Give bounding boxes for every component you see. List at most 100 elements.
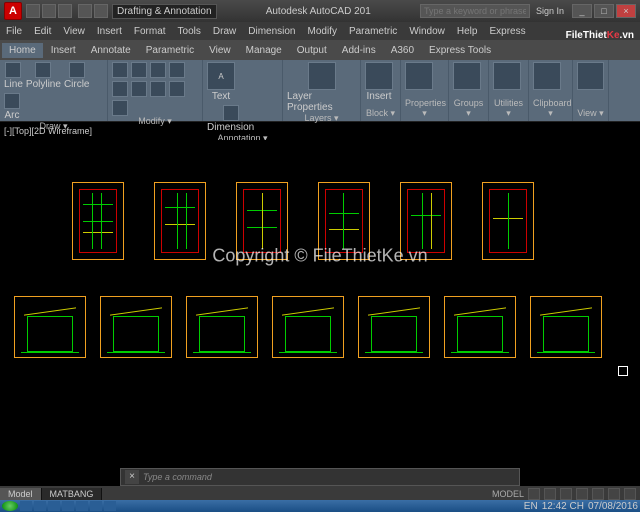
clipboard-button[interactable] bbox=[533, 62, 561, 90]
tab-matbang[interactable]: MATBANG bbox=[42, 488, 103, 500]
viewport-label[interactable]: [-][Top][2D Wireframe] bbox=[4, 126, 92, 136]
move-icon[interactable] bbox=[112, 62, 128, 78]
tab-express[interactable]: Express Tools bbox=[422, 43, 498, 58]
layer-properties-button[interactable]: Layer Properties bbox=[287, 62, 356, 113]
watermark-logo: FileThietKe.vn bbox=[566, 25, 634, 41]
taskbar-pin-5[interactable] bbox=[76, 501, 88, 511]
taskbar-pin-6[interactable] bbox=[90, 501, 102, 511]
menu-dimension[interactable]: Dimension bbox=[248, 26, 295, 37]
mirror-icon[interactable] bbox=[112, 81, 128, 97]
floorplan-1 bbox=[72, 182, 124, 260]
workspace-switcher[interactable]: Drafting & Annotation bbox=[112, 4, 217, 19]
lineweight-icon[interactable] bbox=[608, 488, 620, 500]
view-button[interactable] bbox=[577, 62, 604, 90]
window-controls: _ □ × bbox=[572, 4, 636, 18]
rotate-icon[interactable] bbox=[131, 62, 147, 78]
taskbar-pin-1[interactable] bbox=[20, 501, 32, 511]
utilities-button[interactable] bbox=[493, 62, 521, 90]
tab-parametric[interactable]: Parametric bbox=[139, 43, 201, 58]
taskbar-pin-7[interactable] bbox=[104, 501, 116, 511]
titlebar: A Drafting & Annotation Autodesk AutoCAD… bbox=[0, 0, 640, 22]
osnap-icon[interactable] bbox=[592, 488, 604, 500]
maximize-button[interactable]: □ bbox=[594, 4, 614, 18]
menubar: File Edit View Insert Format Tools Draw … bbox=[0, 22, 640, 40]
signin-link[interactable]: Sign In bbox=[536, 6, 564, 16]
app-menu-icon[interactable]: A bbox=[4, 2, 22, 20]
tab-view[interactable]: View bbox=[202, 43, 238, 58]
command-close-icon[interactable]: × bbox=[125, 470, 139, 484]
group-title: Clipboard ▾ bbox=[533, 98, 568, 119]
fillet-icon[interactable] bbox=[131, 81, 147, 97]
text-button[interactable]: AText bbox=[207, 62, 235, 102]
close-button[interactable]: × bbox=[616, 4, 636, 18]
properties-button[interactable] bbox=[405, 62, 433, 90]
tab-home[interactable]: Home bbox=[2, 43, 43, 58]
settings-icon[interactable] bbox=[624, 488, 636, 500]
menu-modify[interactable]: Modify bbox=[308, 26, 337, 37]
crosshair-cursor bbox=[618, 366, 628, 376]
elevation-4 bbox=[272, 296, 344, 358]
minimize-button[interactable]: _ bbox=[572, 4, 592, 18]
menu-parametric[interactable]: Parametric bbox=[349, 26, 397, 37]
taskbar-pin-4[interactable] bbox=[62, 501, 74, 511]
ortho-icon[interactable] bbox=[560, 488, 572, 500]
tab-addins[interactable]: Add-ins bbox=[335, 43, 383, 58]
ribbon-group-clipboard: Clipboard ▾ bbox=[529, 60, 573, 121]
floorplan-2 bbox=[154, 182, 206, 260]
help-search-input[interactable] bbox=[420, 4, 530, 18]
ribbon-group-block: Insert Block ▾ bbox=[361, 60, 401, 121]
drawing-canvas[interactable] bbox=[0, 140, 640, 468]
arc-button[interactable]: Arc bbox=[4, 93, 20, 121]
tab-output[interactable]: Output bbox=[290, 43, 334, 58]
menu-express[interactable]: Express bbox=[489, 26, 525, 37]
stretch-icon[interactable] bbox=[150, 81, 166, 97]
menu-format[interactable]: Format bbox=[134, 26, 166, 37]
groups-button[interactable] bbox=[453, 62, 481, 90]
scale-icon[interactable] bbox=[169, 81, 185, 97]
group-title: Utilities ▾ bbox=[493, 98, 524, 119]
open-icon[interactable] bbox=[42, 4, 56, 18]
tab-a360[interactable]: A360 bbox=[384, 43, 421, 58]
snap-icon[interactable] bbox=[544, 488, 556, 500]
tab-model[interactable]: Model bbox=[0, 488, 42, 500]
menu-draw[interactable]: Draw bbox=[213, 26, 236, 37]
app-title: Autodesk AutoCAD 201 bbox=[217, 6, 420, 17]
command-line[interactable]: × Type a command bbox=[120, 468, 520, 486]
elevation-3 bbox=[186, 296, 258, 358]
undo-icon[interactable] bbox=[78, 4, 92, 18]
menu-insert[interactable]: Insert bbox=[97, 26, 122, 37]
trim-icon[interactable] bbox=[150, 62, 166, 78]
circle-button[interactable]: Circle bbox=[64, 62, 90, 90]
redo-icon[interactable] bbox=[94, 4, 108, 18]
menu-view[interactable]: View bbox=[63, 26, 85, 37]
clock-time[interactable]: 12:42 CH bbox=[542, 501, 584, 512]
tab-annotate[interactable]: Annotate bbox=[84, 43, 138, 58]
taskbar-pin-3[interactable] bbox=[48, 501, 60, 511]
start-button[interactable] bbox=[2, 501, 18, 511]
taskbar-pin-2[interactable] bbox=[34, 501, 46, 511]
save-icon[interactable] bbox=[58, 4, 72, 18]
grid-icon[interactable] bbox=[528, 488, 540, 500]
line-button[interactable]: Line bbox=[4, 62, 23, 90]
menu-edit[interactable]: Edit bbox=[34, 26, 51, 37]
ribbon-group-layers: Layer Properties Layers ▾ bbox=[283, 60, 361, 121]
lang-indicator[interactable]: EN bbox=[524, 501, 538, 512]
new-icon[interactable] bbox=[26, 4, 40, 18]
dimension-button[interactable]: Dimension bbox=[207, 105, 254, 133]
tab-manage[interactable]: Manage bbox=[239, 43, 289, 58]
menu-file[interactable]: File bbox=[6, 26, 22, 37]
copy-icon[interactable] bbox=[169, 62, 185, 78]
tab-insert[interactable]: Insert bbox=[44, 43, 83, 58]
group-title: Layers ▾ bbox=[287, 113, 356, 124]
menu-tools[interactable]: Tools bbox=[178, 26, 201, 37]
menu-window[interactable]: Window bbox=[409, 26, 445, 37]
ribbon-group-properties: Properties ▾ bbox=[401, 60, 449, 121]
array-icon[interactable] bbox=[112, 100, 128, 116]
insert-button[interactable]: Insert bbox=[365, 62, 393, 102]
model-space-label[interactable]: MODEL bbox=[492, 489, 524, 499]
menu-help[interactable]: Help bbox=[457, 26, 478, 37]
polar-icon[interactable] bbox=[576, 488, 588, 500]
elevation-1 bbox=[14, 296, 86, 358]
group-title: Modify ▾ bbox=[112, 116, 198, 127]
polyline-button[interactable]: Polyline bbox=[26, 62, 61, 90]
